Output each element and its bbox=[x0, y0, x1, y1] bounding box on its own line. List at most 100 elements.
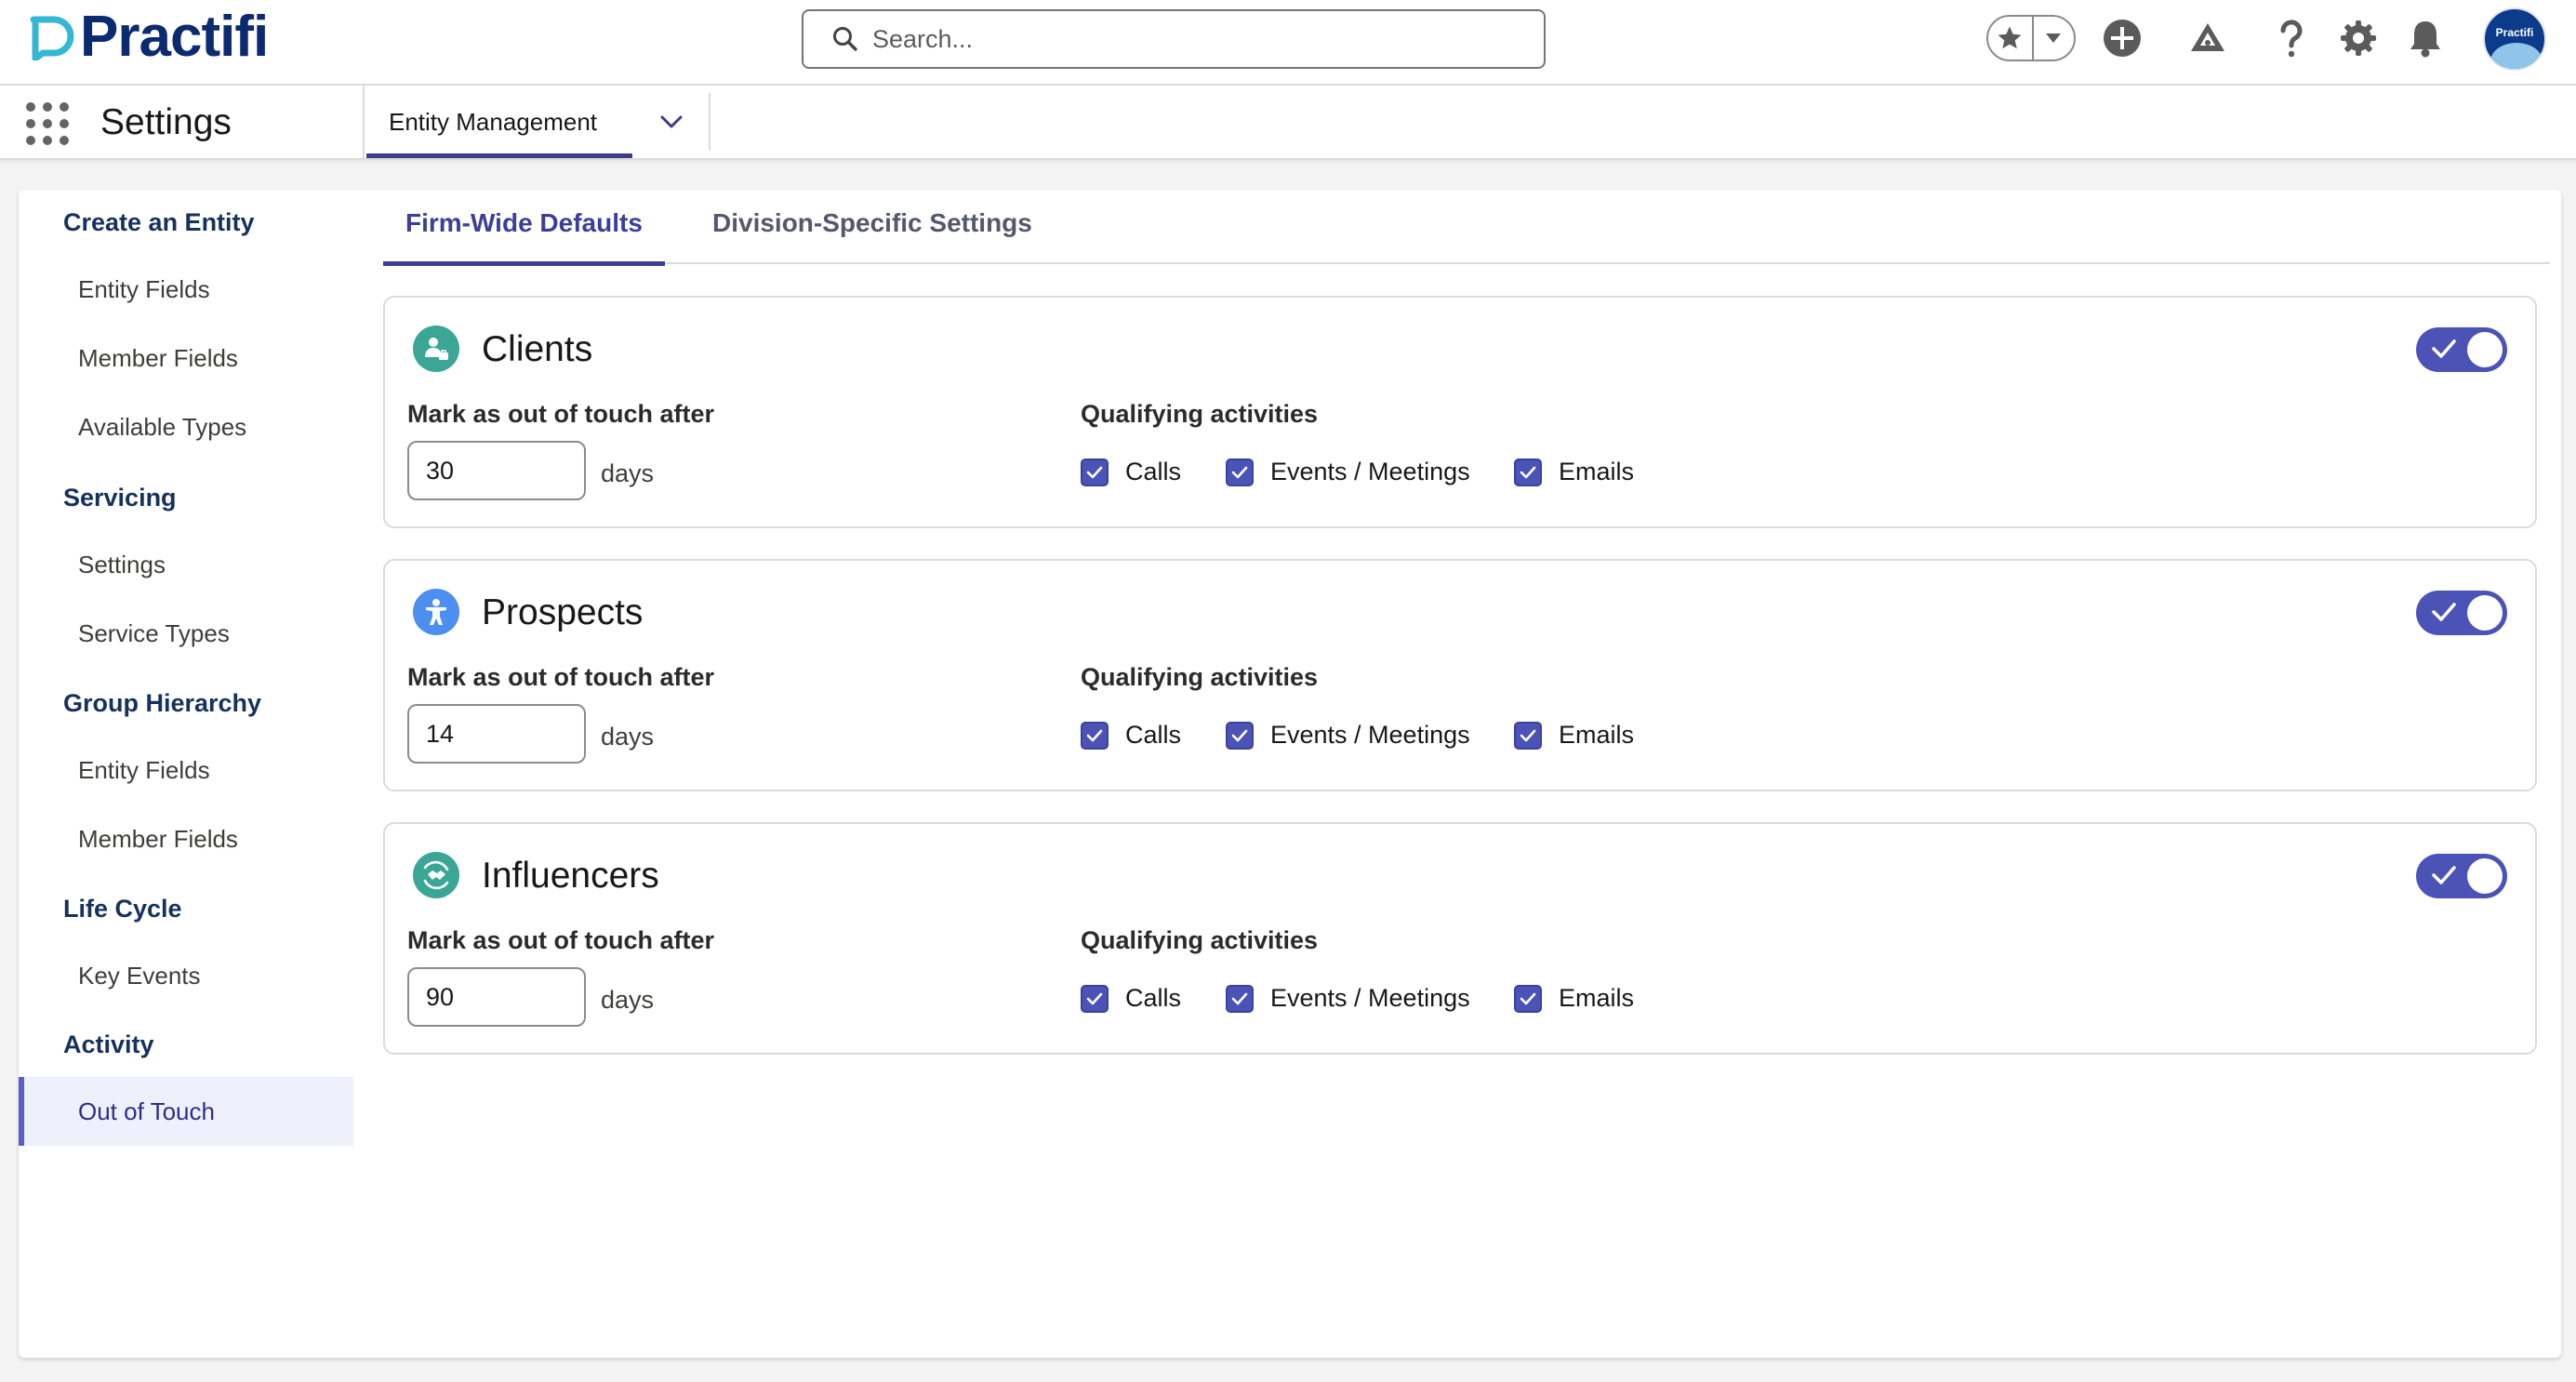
avatar-text: Practifi bbox=[2495, 26, 2534, 39]
notifications-button[interactable] bbox=[2403, 16, 2448, 60]
checkbox-events-meetings[interactable]: Events / Meetings bbox=[1226, 984, 1470, 1013]
favorites-group bbox=[1986, 15, 2076, 61]
check-icon bbox=[2432, 339, 2456, 358]
search-icon bbox=[833, 27, 857, 51]
checkbox-checked-icon bbox=[1081, 458, 1109, 486]
sidebar-item-settings[interactable]: Settings bbox=[19, 530, 353, 599]
days-unit: days bbox=[601, 723, 655, 751]
checkbox-label: Events / Meetings bbox=[1270, 984, 1470, 1012]
tab-firm-wide-defaults[interactable]: Firm-Wide Defaults bbox=[383, 208, 665, 266]
star-icon bbox=[1998, 26, 2022, 49]
sidebar-item-service-types[interactable]: Service Types bbox=[19, 599, 353, 668]
sidebar-item-out-of-touch[interactable]: Out of Touch bbox=[19, 1077, 353, 1146]
settings-tabs: Firm-Wide Defaults Division-Specific Set… bbox=[383, 190, 2550, 266]
days-input[interactable] bbox=[407, 441, 586, 500]
sidebar-item-available-types[interactable]: Available Types bbox=[19, 392, 353, 461]
checkbox-events-meetings[interactable]: Events / Meetings bbox=[1226, 721, 1470, 750]
sidebar-heading-activity: Activity bbox=[63, 1030, 154, 1058]
sidebar-item-group-entity-fields[interactable]: Entity Fields bbox=[19, 736, 353, 804]
out-of-touch-label: Mark as out of touch after bbox=[407, 663, 715, 691]
notification-bell-icon bbox=[2410, 21, 2440, 58]
practifi-logo-icon bbox=[30, 16, 74, 60]
enable-toggle[interactable] bbox=[2416, 854, 2507, 898]
sidebar-item-member-fields[interactable]: Member Fields bbox=[19, 324, 353, 392]
check-icon bbox=[2432, 603, 2456, 621]
qualifying-activities-label: Qualifying activities bbox=[1081, 663, 1319, 691]
sidebar-heading-life-cycle: Life Cycle bbox=[63, 895, 182, 923]
days-unit: days bbox=[601, 459, 655, 487]
chevron-down-icon bbox=[2046, 33, 2062, 43]
search-input[interactable] bbox=[872, 24, 1505, 54]
enable-toggle[interactable] bbox=[2416, 591, 2507, 635]
days-input[interactable] bbox=[407, 967, 586, 1027]
checkbox-checked-icon bbox=[1081, 984, 1109, 1013]
checkbox-calls[interactable]: Calls bbox=[1081, 984, 1181, 1013]
sidebar-item-key-events[interactable]: Key Events bbox=[19, 941, 353, 1010]
trailhead-button[interactable] bbox=[2185, 16, 2230, 60]
out-of-touch-card-prospects: Prospects Mark as out of touch after day… bbox=[383, 559, 2537, 791]
trailhead-icon bbox=[2191, 23, 2224, 51]
favorites-button[interactable] bbox=[1988, 17, 2034, 60]
nav-tab-entity-management[interactable]: Entity Management bbox=[363, 86, 632, 158]
logo-text: Practifi bbox=[80, 5, 269, 69]
sidebar-item-group-member-fields[interactable]: Member Fields bbox=[19, 804, 353, 873]
tab-division-specific-settings[interactable]: Division-Specific Settings bbox=[690, 208, 1055, 264]
nav-tab-menu-button[interactable] bbox=[634, 93, 710, 151]
influencer-icon bbox=[413, 852, 459, 898]
checkbox-label: Calls bbox=[1125, 984, 1182, 1012]
avatar-globe bbox=[2490, 43, 2543, 69]
app-launcher-icon[interactable] bbox=[26, 102, 69, 145]
checkbox-emails[interactable]: Emails bbox=[1514, 984, 1634, 1013]
global-header: Practifi Search... Practifi bbox=[0, 0, 2576, 86]
checkbox-checked-icon bbox=[1226, 721, 1254, 750]
help-icon bbox=[2280, 20, 2303, 58]
checkbox-checked-icon bbox=[1514, 458, 1542, 486]
chevron-down-icon bbox=[660, 115, 683, 128]
sidebar-heading-servicing: Servicing bbox=[63, 484, 177, 512]
settings-panel: Create an Entity Entity Fields Member Fi… bbox=[19, 190, 2561, 1358]
sidebar-item-entity-fields[interactable]: Entity Fields bbox=[19, 255, 353, 324]
enable-toggle[interactable] bbox=[2416, 327, 2507, 372]
settings-sidebar: Create an Entity Entity Fields Member Fi… bbox=[19, 190, 353, 1358]
out-of-touch-label: Mark as out of touch after bbox=[407, 926, 715, 954]
setup-button[interactable] bbox=[2336, 16, 2381, 60]
checkbox-events-meetings[interactable]: Events / Meetings bbox=[1226, 458, 1470, 486]
sidebar-heading-group-hierarchy: Group Hierarchy bbox=[63, 689, 262, 717]
practifi-logo[interactable]: Practifi bbox=[28, 5, 269, 69]
checkbox-checked-icon bbox=[1514, 984, 1542, 1013]
checkbox-calls[interactable]: Calls bbox=[1081, 458, 1181, 486]
client-icon bbox=[413, 326, 459, 372]
add-icon bbox=[2104, 20, 2141, 57]
card-title: Influencers bbox=[482, 856, 659, 896]
app-name: Settings bbox=[100, 102, 232, 142]
card-title: Prospects bbox=[482, 592, 644, 632]
favorites-menu-button[interactable] bbox=[2034, 17, 2074, 60]
checkbox-checked-icon bbox=[1226, 458, 1254, 486]
help-button[interactable] bbox=[2269, 16, 2314, 60]
user-avatar[interactable]: Practifi bbox=[2483, 7, 2546, 71]
prospect-icon bbox=[413, 589, 459, 635]
toggle-knob bbox=[2467, 858, 2503, 894]
toggle-knob bbox=[2467, 595, 2503, 631]
out-of-touch-label: Mark as out of touch after bbox=[407, 400, 715, 428]
setup-gear-icon bbox=[2341, 20, 2376, 56]
checkbox-emails[interactable]: Emails bbox=[1514, 458, 1634, 486]
global-actions-button[interactable] bbox=[2100, 16, 2144, 60]
checkbox-label: Emails bbox=[1559, 458, 1635, 485]
card-title: Clients bbox=[482, 329, 593, 369]
checkbox-label: Calls bbox=[1125, 721, 1182, 749]
days-input[interactable] bbox=[407, 704, 586, 764]
checkbox-calls[interactable]: Calls bbox=[1081, 721, 1181, 750]
checkbox-label: Events / Meetings bbox=[1270, 721, 1470, 749]
global-search[interactable] bbox=[802, 9, 1546, 69]
out-of-touch-card-clients: Clients Mark as out of touch after days … bbox=[383, 296, 2537, 528]
checkbox-label: Emails bbox=[1559, 984, 1635, 1012]
sidebar-heading-create-entity: Create an Entity bbox=[63, 208, 255, 236]
qualifying-activities-label: Qualifying activities bbox=[1081, 926, 1319, 954]
days-unit: days bbox=[601, 986, 655, 1014]
checkbox-emails[interactable]: Emails bbox=[1514, 721, 1634, 750]
app-nav-bar: Settings Entity Management bbox=[0, 86, 2576, 160]
checkbox-label: Events / Meetings bbox=[1270, 458, 1470, 485]
checkbox-checked-icon bbox=[1226, 984, 1254, 1013]
toggle-knob bbox=[2467, 332, 2503, 367]
